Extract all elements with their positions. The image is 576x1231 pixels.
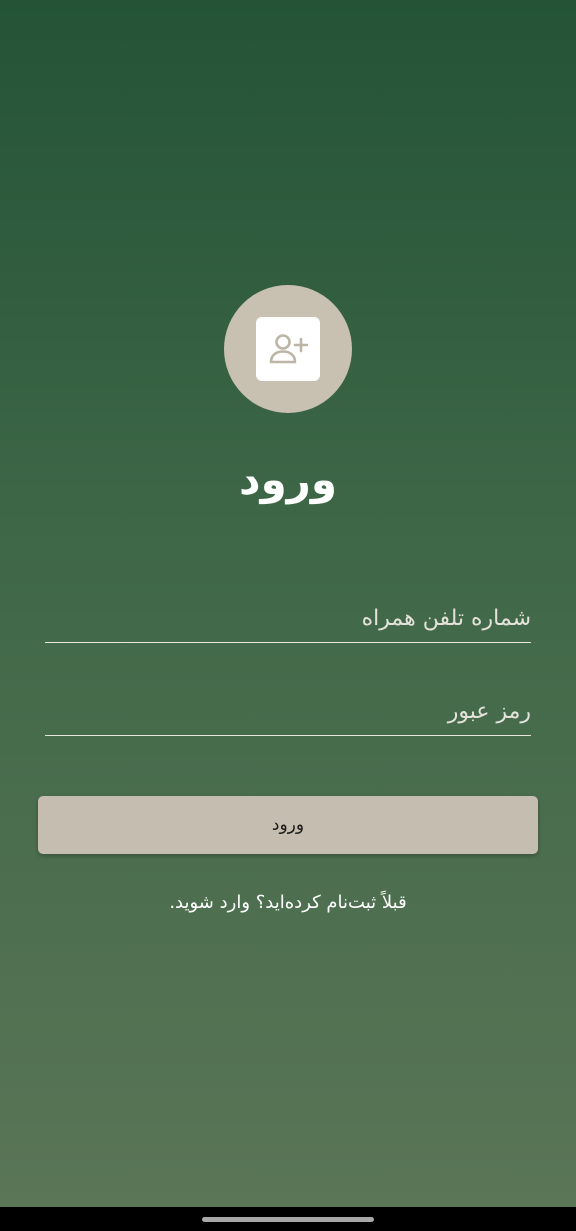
- avatar: [224, 285, 352, 413]
- page-title: ورود: [239, 455, 337, 504]
- phone-input[interactable]: [45, 594, 531, 643]
- login-screen: ورود ورود قبلاً ثبت‌نام کرده‌اید؟ وارد ش…: [0, 0, 576, 1207]
- password-input[interactable]: [45, 687, 531, 736]
- person-add-icon: [269, 334, 308, 364]
- home-indicator[interactable]: [202, 1217, 374, 1222]
- login-button[interactable]: ورود: [38, 796, 538, 854]
- avatar-tile: [256, 317, 320, 381]
- navigation-bar: [0, 1207, 576, 1231]
- already-registered-link[interactable]: قبلاً ثبت‌نام کرده‌اید؟ وارد شوید.: [0, 892, 576, 913]
